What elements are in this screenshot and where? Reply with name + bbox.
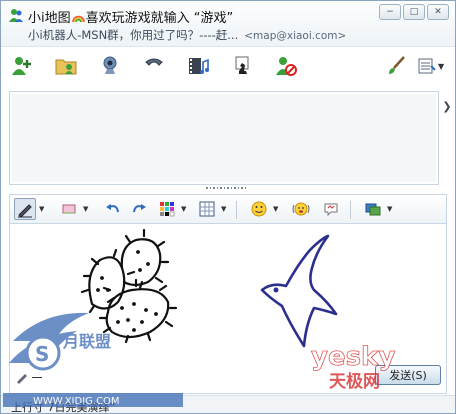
emoticons-button[interactable]	[248, 198, 270, 220]
more-dropdown-arrow-icon[interactable]: ▼	[438, 62, 444, 71]
pencil-icon	[17, 374, 27, 384]
webcam-icon	[103, 56, 117, 74]
redo-button[interactable]	[128, 198, 150, 220]
width-dropdown-arrow-icon[interactable]: ▼	[221, 205, 226, 213]
pen-dropdown-arrow-icon[interactable]: ▼	[39, 205, 44, 213]
eraser-dropdown-arrow-icon[interactable]: ▼	[83, 205, 88, 213]
window-title: 小i地图 喜欢玩游戏就输入 “游戏”	[28, 7, 233, 26]
close-button[interactable]: ✕	[427, 4, 449, 20]
pen-width-button[interactable]	[196, 198, 218, 220]
eraser-button[interactable]	[58, 198, 80, 220]
voice-face-icon	[292, 202, 310, 216]
maximize-button[interactable]: □	[403, 4, 425, 20]
bird-sketch	[260, 234, 338, 348]
menu-more-icon	[418, 58, 436, 74]
film-music-icon	[189, 58, 209, 74]
window-controls: − □ ✕	[379, 4, 449, 20]
minimize-button[interactable]: −	[379, 4, 401, 20]
background-picker-button[interactable]	[362, 198, 384, 220]
nudge-icon	[324, 203, 338, 217]
background-button[interactable]	[383, 53, 409, 79]
history-background	[12, 94, 436, 182]
message-history[interactable]	[9, 91, 439, 185]
voice-call-button[interactable]	[141, 53, 167, 79]
title-prefix: 小i地图	[28, 11, 71, 26]
paintbrush-icon	[389, 56, 405, 74]
phone-handset-icon	[145, 58, 163, 66]
undo-button[interactable]	[102, 198, 124, 220]
handwriting-button[interactable]	[14, 198, 36, 220]
activities-button[interactable]	[185, 53, 211, 79]
contact-email: <map@xiaoi.com>	[244, 30, 347, 42]
pen-color-button[interactable]	[156, 198, 178, 220]
invite-contact-button[interactable]	[9, 53, 35, 79]
emoticon-dropdown-arrow-icon[interactable]: ▼	[273, 205, 278, 213]
conversation-window: 小i地图 喜欢玩游戏就输入 “游戏” 小i机器人-MSN群，你用过了吗？----赶…	[0, 0, 456, 414]
add-contact-icon	[12, 57, 31, 75]
subtitle-text: 小i机器人-MSN群，你用过了吗？----赶...	[28, 28, 239, 42]
title-suffix: 喜欢玩游戏就输入 “游戏”	[85, 11, 234, 26]
pane-splitter[interactable]	[206, 187, 246, 191]
background-dropdown-arrow-icon[interactable]: ▼	[387, 205, 392, 213]
format-toolbar: ▼ ▼ ▼ ▼ ▼ ▼	[9, 194, 447, 224]
folder-share-icon	[55, 59, 77, 75]
smiley-icon	[251, 201, 267, 217]
nudge-button[interactable]	[320, 198, 342, 220]
send-files-button[interactable]	[53, 53, 79, 79]
expand-panel-arrow-icon[interactable]: ❯	[441, 97, 453, 115]
block-contact-button[interactable]	[273, 53, 299, 79]
picture-icon	[365, 203, 381, 216]
voice-clip-button[interactable]	[290, 198, 312, 220]
redo-icon	[133, 204, 146, 213]
toolbar-separator	[350, 201, 351, 219]
games-button[interactable]	[229, 53, 255, 79]
handwriting-mode-toggle[interactable]	[15, 369, 51, 385]
rainbow-icon	[71, 12, 85, 23]
title-bar: 小i地图 喜欢玩游戏就输入 “游戏” 小i机器人-MSN群，你用过了吗？----赶…	[1, 1, 455, 47]
color-grid-icon	[160, 202, 175, 217]
status-text: 上行寸 7日完美演绎”	[11, 401, 116, 414]
color-dropdown-arrow-icon[interactable]: ▼	[181, 205, 186, 213]
undo-icon	[106, 204, 119, 213]
msn-buddy-icon	[7, 7, 25, 25]
toolbar-separator	[236, 201, 237, 219]
grid-icon	[199, 201, 215, 217]
main-toolbar: ▼	[1, 47, 455, 85]
chess-piece-icon	[235, 56, 249, 74]
video-call-button[interactable]	[97, 53, 123, 79]
pen-icon	[18, 204, 32, 218]
send-button[interactable]: 发送(S)	[375, 365, 441, 385]
cactus-sketch	[80, 228, 178, 344]
contact-status-message: 小i机器人-MSN群，你用过了吗？----赶... <map@xiaoi.com>	[28, 27, 348, 43]
status-bar: 上行寸 7日完美演绎”	[1, 395, 455, 414]
block-contact-icon	[276, 57, 297, 76]
eraser-icon	[62, 204, 76, 214]
